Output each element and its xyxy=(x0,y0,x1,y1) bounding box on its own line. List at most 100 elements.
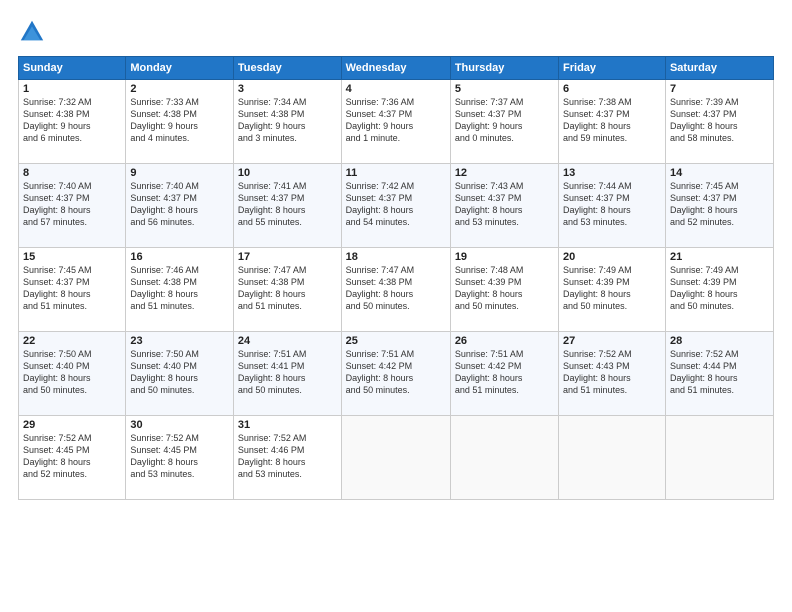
calendar-row-3: 22Sunrise: 7:50 AM Sunset: 4:40 PM Dayli… xyxy=(19,332,774,416)
day-number: 15 xyxy=(23,251,121,263)
day-number: 28 xyxy=(670,335,769,347)
calendar-cell: 16Sunrise: 7:46 AM Sunset: 4:38 PM Dayli… xyxy=(126,248,234,332)
day-detail: Sunrise: 7:40 AM Sunset: 4:37 PM Dayligh… xyxy=(130,180,229,229)
weekday-header-thursday: Thursday xyxy=(450,57,558,80)
day-number: 3 xyxy=(238,83,337,95)
day-detail: Sunrise: 7:43 AM Sunset: 4:37 PM Dayligh… xyxy=(455,180,554,229)
day-number: 20 xyxy=(563,251,661,263)
day-number: 27 xyxy=(563,335,661,347)
day-number: 14 xyxy=(670,167,769,179)
calendar-cell: 8Sunrise: 7:40 AM Sunset: 4:37 PM Daylig… xyxy=(19,164,126,248)
day-number: 1 xyxy=(23,83,121,95)
day-number: 8 xyxy=(23,167,121,179)
day-detail: Sunrise: 7:34 AM Sunset: 4:38 PM Dayligh… xyxy=(238,96,337,145)
logo xyxy=(18,18,50,46)
calendar-cell xyxy=(559,416,666,500)
day-detail: Sunrise: 7:52 AM Sunset: 4:45 PM Dayligh… xyxy=(23,432,121,481)
day-detail: Sunrise: 7:47 AM Sunset: 4:38 PM Dayligh… xyxy=(346,264,446,313)
day-detail: Sunrise: 7:36 AM Sunset: 4:37 PM Dayligh… xyxy=(346,96,446,145)
day-detail: Sunrise: 7:39 AM Sunset: 4:37 PM Dayligh… xyxy=(670,96,769,145)
calendar-cell: 25Sunrise: 7:51 AM Sunset: 4:42 PM Dayli… xyxy=(341,332,450,416)
day-detail: Sunrise: 7:52 AM Sunset: 4:45 PM Dayligh… xyxy=(130,432,229,481)
calendar-cell: 23Sunrise: 7:50 AM Sunset: 4:40 PM Dayli… xyxy=(126,332,234,416)
day-number: 24 xyxy=(238,335,337,347)
weekday-header-wednesday: Wednesday xyxy=(341,57,450,80)
calendar-cell: 1Sunrise: 7:32 AM Sunset: 4:38 PM Daylig… xyxy=(19,80,126,164)
day-detail: Sunrise: 7:38 AM Sunset: 4:37 PM Dayligh… xyxy=(563,96,661,145)
calendar-cell: 18Sunrise: 7:47 AM Sunset: 4:38 PM Dayli… xyxy=(341,248,450,332)
calendar-cell: 29Sunrise: 7:52 AM Sunset: 4:45 PM Dayli… xyxy=(19,416,126,500)
calendar-cell: 24Sunrise: 7:51 AM Sunset: 4:41 PM Dayli… xyxy=(233,332,341,416)
day-number: 11 xyxy=(346,167,446,179)
calendar-cell: 27Sunrise: 7:52 AM Sunset: 4:43 PM Dayli… xyxy=(559,332,666,416)
calendar-cell: 28Sunrise: 7:52 AM Sunset: 4:44 PM Dayli… xyxy=(665,332,773,416)
day-number: 16 xyxy=(130,251,229,263)
calendar-cell: 21Sunrise: 7:49 AM Sunset: 4:39 PM Dayli… xyxy=(665,248,773,332)
calendar-cell: 30Sunrise: 7:52 AM Sunset: 4:45 PM Dayli… xyxy=(126,416,234,500)
day-detail: Sunrise: 7:44 AM Sunset: 4:37 PM Dayligh… xyxy=(563,180,661,229)
day-detail: Sunrise: 7:52 AM Sunset: 4:46 PM Dayligh… xyxy=(238,432,337,481)
calendar-row-2: 15Sunrise: 7:45 AM Sunset: 4:37 PM Dayli… xyxy=(19,248,774,332)
day-number: 2 xyxy=(130,83,229,95)
day-number: 4 xyxy=(346,83,446,95)
day-detail: Sunrise: 7:33 AM Sunset: 4:38 PM Dayligh… xyxy=(130,96,229,145)
weekday-header-tuesday: Tuesday xyxy=(233,57,341,80)
day-number: 7 xyxy=(670,83,769,95)
calendar-cell xyxy=(341,416,450,500)
weekday-header-row: SundayMondayTuesdayWednesdayThursdayFrid… xyxy=(19,57,774,80)
calendar-cell: 26Sunrise: 7:51 AM Sunset: 4:42 PM Dayli… xyxy=(450,332,558,416)
day-detail: Sunrise: 7:51 AM Sunset: 4:42 PM Dayligh… xyxy=(346,348,446,397)
day-number: 30 xyxy=(130,419,229,431)
calendar-cell xyxy=(665,416,773,500)
day-number: 25 xyxy=(346,335,446,347)
weekday-header-friday: Friday xyxy=(559,57,666,80)
calendar-cell xyxy=(450,416,558,500)
calendar-cell: 19Sunrise: 7:48 AM Sunset: 4:39 PM Dayli… xyxy=(450,248,558,332)
day-number: 31 xyxy=(238,419,337,431)
day-number: 6 xyxy=(563,83,661,95)
calendar-cell: 17Sunrise: 7:47 AM Sunset: 4:38 PM Dayli… xyxy=(233,248,341,332)
calendar-cell: 4Sunrise: 7:36 AM Sunset: 4:37 PM Daylig… xyxy=(341,80,450,164)
day-number: 18 xyxy=(346,251,446,263)
day-detail: Sunrise: 7:47 AM Sunset: 4:38 PM Dayligh… xyxy=(238,264,337,313)
day-detail: Sunrise: 7:51 AM Sunset: 4:42 PM Dayligh… xyxy=(455,348,554,397)
day-detail: Sunrise: 7:52 AM Sunset: 4:43 PM Dayligh… xyxy=(563,348,661,397)
logo-icon xyxy=(18,18,46,46)
day-detail: Sunrise: 7:32 AM Sunset: 4:38 PM Dayligh… xyxy=(23,96,121,145)
calendar-cell: 10Sunrise: 7:41 AM Sunset: 4:37 PM Dayli… xyxy=(233,164,341,248)
day-number: 29 xyxy=(23,419,121,431)
calendar-cell: 31Sunrise: 7:52 AM Sunset: 4:46 PM Dayli… xyxy=(233,416,341,500)
calendar-cell: 9Sunrise: 7:40 AM Sunset: 4:37 PM Daylig… xyxy=(126,164,234,248)
calendar-row-4: 29Sunrise: 7:52 AM Sunset: 4:45 PM Dayli… xyxy=(19,416,774,500)
day-detail: Sunrise: 7:46 AM Sunset: 4:38 PM Dayligh… xyxy=(130,264,229,313)
day-detail: Sunrise: 7:40 AM Sunset: 4:37 PM Dayligh… xyxy=(23,180,121,229)
day-number: 13 xyxy=(563,167,661,179)
day-detail: Sunrise: 7:42 AM Sunset: 4:37 PM Dayligh… xyxy=(346,180,446,229)
calendar-cell: 13Sunrise: 7:44 AM Sunset: 4:37 PM Dayli… xyxy=(559,164,666,248)
day-number: 9 xyxy=(130,167,229,179)
calendar-cell: 3Sunrise: 7:34 AM Sunset: 4:38 PM Daylig… xyxy=(233,80,341,164)
day-detail: Sunrise: 7:48 AM Sunset: 4:39 PM Dayligh… xyxy=(455,264,554,313)
day-detail: Sunrise: 7:45 AM Sunset: 4:37 PM Dayligh… xyxy=(23,264,121,313)
day-number: 22 xyxy=(23,335,121,347)
day-number: 10 xyxy=(238,167,337,179)
day-number: 12 xyxy=(455,167,554,179)
day-number: 21 xyxy=(670,251,769,263)
day-number: 23 xyxy=(130,335,229,347)
calendar-cell: 22Sunrise: 7:50 AM Sunset: 4:40 PM Dayli… xyxy=(19,332,126,416)
calendar-cell: 15Sunrise: 7:45 AM Sunset: 4:37 PM Dayli… xyxy=(19,248,126,332)
calendar-cell: 11Sunrise: 7:42 AM Sunset: 4:37 PM Dayli… xyxy=(341,164,450,248)
day-detail: Sunrise: 7:51 AM Sunset: 4:41 PM Dayligh… xyxy=(238,348,337,397)
day-number: 5 xyxy=(455,83,554,95)
page-header xyxy=(18,18,774,46)
calendar-cell: 7Sunrise: 7:39 AM Sunset: 4:37 PM Daylig… xyxy=(665,80,773,164)
day-number: 17 xyxy=(238,251,337,263)
day-detail: Sunrise: 7:49 AM Sunset: 4:39 PM Dayligh… xyxy=(670,264,769,313)
day-detail: Sunrise: 7:41 AM Sunset: 4:37 PM Dayligh… xyxy=(238,180,337,229)
calendar-cell: 5Sunrise: 7:37 AM Sunset: 4:37 PM Daylig… xyxy=(450,80,558,164)
day-detail: Sunrise: 7:49 AM Sunset: 4:39 PM Dayligh… xyxy=(563,264,661,313)
calendar-cell: 6Sunrise: 7:38 AM Sunset: 4:37 PM Daylig… xyxy=(559,80,666,164)
day-detail: Sunrise: 7:52 AM Sunset: 4:44 PM Dayligh… xyxy=(670,348,769,397)
calendar-cell: 20Sunrise: 7:49 AM Sunset: 4:39 PM Dayli… xyxy=(559,248,666,332)
day-detail: Sunrise: 7:37 AM Sunset: 4:37 PM Dayligh… xyxy=(455,96,554,145)
